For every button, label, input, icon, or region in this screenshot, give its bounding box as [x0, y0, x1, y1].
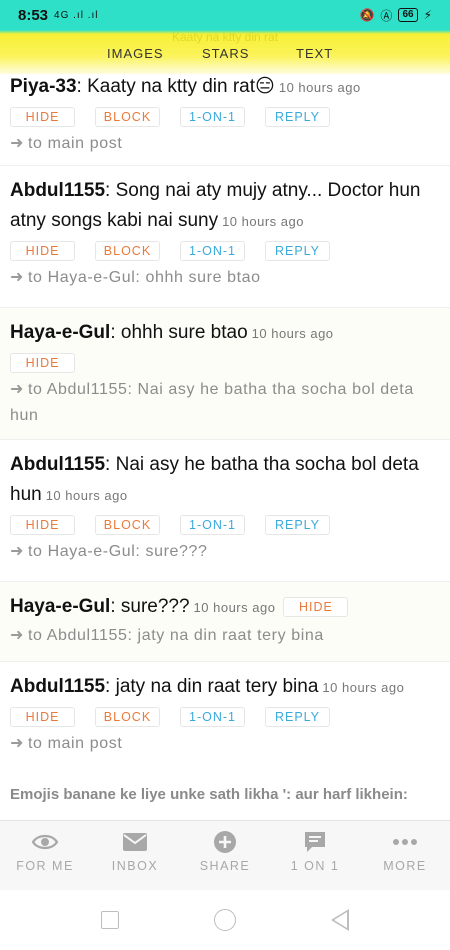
- emoji-hint-text: Emojis banane ke liye unke sath likha ':…: [10, 786, 408, 803]
- home-circle-icon[interactable]: [214, 909, 236, 931]
- comment-item: Abdul1155: Nai asy he batha tha socha bo…: [0, 440, 450, 582]
- comment-line: Haya-e-Gul: ohhh sure btao 10 hours ago: [10, 322, 334, 343]
- reply-reference[interactable]: ➜ to Haya-e-Gul: ohhh sure btao: [10, 265, 440, 291]
- comment-text: sure???: [115, 596, 190, 617]
- block-button[interactable]: BLOCK: [95, 707, 160, 727]
- comment-time: 10 hours ago: [193, 600, 276, 615]
- recents-square-icon[interactable]: [101, 911, 119, 929]
- scrolled-ghost-text: Kaaty na ktty din rat: [171, 30, 279, 44]
- comment-username[interactable]: Haya-e-Gul: [10, 322, 110, 343]
- reply-button[interactable]: REPLY: [265, 241, 330, 261]
- chat-bubble-icon: [270, 827, 360, 857]
- tab-text[interactable]: TEXT: [296, 46, 333, 61]
- comment-line: Abdul1155: Nai asy he batha tha socha bo…: [10, 454, 419, 505]
- comment-username[interactable]: Abdul1155: [10, 676, 105, 697]
- hide-button[interactable]: HIDE: [10, 107, 75, 127]
- comment-actions: HIDE BLOCK 1-ON-1 REPLY: [10, 515, 440, 535]
- comment-actions: HIDE: [10, 353, 440, 373]
- nav-label: INBOX: [111, 859, 159, 873]
- comment-line: Piya-33: Kaaty na ktty din rat😑 10 hours …: [10, 76, 361, 97]
- comment-time: 10 hours ago: [222, 214, 304, 229]
- comment-actions: HIDE BLOCK 1-ON-1 REPLY: [10, 707, 440, 727]
- block-button[interactable]: BLOCK: [95, 241, 160, 261]
- arrow-right-icon: ➜: [10, 627, 25, 644]
- top-header: 8:53 4G .ıl .ıl 🔕 Ⓐ 66 ⚡ Kaaty na ktty d…: [0, 0, 450, 74]
- arrow-right-icon: ➜: [10, 135, 25, 152]
- one-on-one-button[interactable]: 1-ON-1: [180, 241, 245, 261]
- arrow-right-icon: ➜: [10, 269, 25, 286]
- signal-icon: 4G .ıl .ıl: [54, 9, 99, 21]
- tab-images[interactable]: IMAGES: [107, 46, 164, 61]
- nav-more[interactable]: MORE: [360, 827, 450, 873]
- charging-icon: ⚡: [423, 8, 432, 22]
- comments-feed: Piya-33: Kaaty na ktty din rat😑 10 hours …: [0, 66, 450, 762]
- comment-time: 10 hours ago: [251, 326, 334, 341]
- plus-circle-icon: [180, 827, 270, 857]
- comment-line: Abdul1155: Song nai aty mujy atny... Doc…: [10, 180, 421, 231]
- comment-username[interactable]: Piya-33: [10, 76, 77, 97]
- comment-line: Haya-e-Gul: sure??? 10 hours ago HIDE: [10, 592, 440, 623]
- comment-time: 10 hours ago: [322, 680, 405, 695]
- comment-item: Haya-e-Gul: ohhh sure btao 10 hours ago H…: [0, 308, 450, 440]
- comment-text: ohhh sure btao: [115, 322, 248, 343]
- reply-button[interactable]: REPLY: [265, 107, 330, 127]
- battery-icon: 66: [398, 8, 418, 22]
- reply-reference[interactable]: ➜ to Haya-e-Gul: sure???: [10, 539, 440, 565]
- status-time: 8:53: [18, 6, 49, 24]
- comment-username[interactable]: Abdul1155: [10, 180, 105, 201]
- more-dots-icon: [360, 827, 450, 857]
- nav-label: SHARE: [199, 859, 251, 873]
- block-button[interactable]: BLOCK: [95, 515, 160, 535]
- hide-button[interactable]: HIDE: [10, 515, 75, 535]
- comment-time: 10 hours ago: [278, 80, 361, 95]
- one-on-one-button[interactable]: 1-ON-1: [180, 707, 245, 727]
- comment-text: jaty na din raat tery bina: [110, 676, 319, 697]
- reply-button[interactable]: REPLY: [265, 707, 330, 727]
- arrow-right-icon: ➜: [10, 381, 25, 398]
- status-bar: 8:53 4G .ıl .ıl 🔕 Ⓐ 66 ⚡: [0, 0, 450, 30]
- one-on-one-button[interactable]: 1-ON-1: [180, 107, 245, 127]
- nav-label: 1 ON 1: [290, 859, 340, 873]
- back-triangle-icon[interactable]: [331, 909, 349, 931]
- nav-label: FOR ME: [16, 859, 74, 873]
- comment-time: 10 hours ago: [45, 488, 128, 503]
- arrow-right-icon: ➜: [10, 543, 25, 560]
- arrow-right-icon: ➜: [10, 735, 25, 752]
- block-button[interactable]: BLOCK: [95, 107, 160, 127]
- nav-inbox[interactable]: INBOX: [90, 827, 180, 873]
- nav-for-me[interactable]: FOR ME: [0, 827, 90, 873]
- hide-button[interactable]: HIDE: [10, 707, 75, 727]
- mute-icon: 🔕: [359, 8, 375, 22]
- reply-button[interactable]: REPLY: [265, 515, 330, 535]
- comment-item: Abdul1155: Song nai aty mujy atny... Doc…: [0, 166, 450, 308]
- reply-reference[interactable]: ➜ to main post: [10, 131, 440, 157]
- nav-one-on-one[interactable]: 1 ON 1: [270, 827, 360, 873]
- one-on-one-button[interactable]: 1-ON-1: [180, 515, 245, 535]
- reply-reference[interactable]: ➜ to Abdul1155: Nai asy he batha tha soch…: [10, 377, 440, 429]
- comment-line: Abdul1155: jaty na din raat tery bina 10 …: [10, 676, 405, 697]
- bottom-navigation: FOR ME INBOX SHARE 1 ON 1 MORE: [0, 820, 450, 890]
- hide-button[interactable]: HIDE: [10, 353, 75, 373]
- hide-button[interactable]: HIDE: [283, 596, 349, 617]
- data-saver-icon: Ⓐ: [380, 8, 393, 23]
- envelope-icon: [90, 827, 180, 857]
- comment-username[interactable]: Abdul1155: [10, 454, 105, 475]
- comment-actions: HIDE BLOCK 1-ON-1 REPLY: [10, 107, 440, 127]
- comment-item: Piya-33: Kaaty na ktty din rat😑 10 hours …: [0, 66, 450, 166]
- comment-item: Abdul1155: jaty na din raat tery bina 10 …: [0, 662, 450, 762]
- reply-reference[interactable]: ➜ to Abdul1155: jaty na din raat tery bin…: [10, 623, 440, 649]
- nav-share[interactable]: SHARE: [180, 827, 270, 873]
- hide-button[interactable]: HIDE: [10, 241, 75, 261]
- system-navigation: [0, 890, 450, 950]
- content-tabs: IMAGES STARS TEXT: [0, 46, 450, 66]
- comment-text: Kaaty na ktty din rat😑: [81, 76, 275, 97]
- tab-stars[interactable]: STARS: [202, 46, 249, 61]
- reply-reference[interactable]: ➜ to main post: [10, 731, 440, 757]
- comment-actions: HIDE BLOCK 1-ON-1 REPLY: [10, 241, 440, 261]
- comment-item: Haya-e-Gul: sure??? 10 hours ago HIDE ➜ to …: [0, 582, 450, 662]
- comment-username[interactable]: Haya-e-Gul: [10, 596, 110, 617]
- eye-icon: [0, 827, 90, 857]
- nav-label: MORE: [383, 859, 427, 873]
